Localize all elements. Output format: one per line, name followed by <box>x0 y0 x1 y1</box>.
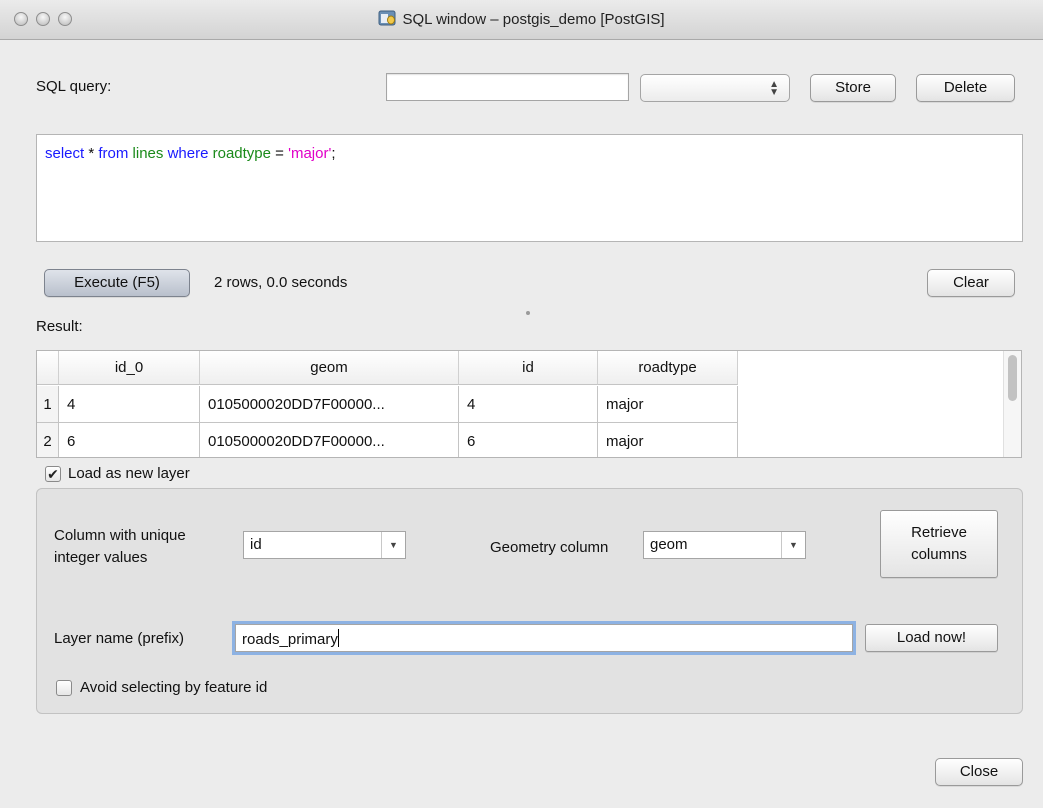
table-cell[interactable]: 0105000020DD7F00000... <box>200 423 459 457</box>
unique-column-select[interactable]: id ▼ <box>243 531 406 559</box>
layer-name-label: Layer name (prefix) <box>54 630 185 647</box>
layer-name-value: roads_primary <box>242 631 338 648</box>
stored-queries-dropdown[interactable]: ▲ ▼ <box>640 74 790 102</box>
close-button[interactable]: Close <box>935 758 1023 786</box>
sql-token-plain: * <box>84 145 99 162</box>
sql-token-kw: where <box>167 145 209 162</box>
table-cell[interactable]: 6 <box>459 423 598 457</box>
execute-button[interactable]: Execute (F5) <box>44 269 190 297</box>
clear-button[interactable]: Clear <box>927 269 1015 297</box>
delete-button[interactable]: Delete <box>916 74 1015 102</box>
sql-token-plain: ; <box>331 145 336 162</box>
window-title: SQL window – postgis_demo [PostGIS] <box>402 11 665 28</box>
store-button[interactable]: Store <box>810 74 896 102</box>
scrollbar-thumb[interactable] <box>1008 355 1017 401</box>
geometry-column-label: Geometry column <box>490 539 609 556</box>
query-name-input[interactable] <box>386 73 629 101</box>
sql-query-label: SQL query: <box>36 78 112 95</box>
up-down-arrows-icon: ▲ ▼ <box>769 79 779 98</box>
avoid-selecting-checkbox[interactable] <box>56 680 72 696</box>
sql-editor[interactable]: select * from lines where roadtype = 'ma… <box>36 134 1023 242</box>
table-cell[interactable]: 6 <box>59 423 200 457</box>
layer-name-input[interactable]: roads_primary <box>235 624 853 652</box>
table-cell[interactable]: major <box>598 423 738 457</box>
checkmark-icon: ✔ <box>47 466 59 482</box>
geometry-column-select[interactable]: geom ▼ <box>643 531 806 559</box>
column-header-roadtype[interactable]: roadtype <box>598 351 738 385</box>
table-cell[interactable]: 4 <box>459 386 598 423</box>
avoid-selecting-label[interactable]: Avoid selecting by feature id <box>80 679 267 696</box>
corner-header[interactable] <box>37 351 59 385</box>
window-title-wrap: SQL window – postgis_demo [PostGIS] <box>0 10 1043 28</box>
load-as-new-layer-label[interactable]: Load as new layer <box>68 465 190 482</box>
result-label: Result: <box>36 318 83 335</box>
table-cell[interactable]: 0105000020DD7F00000... <box>200 386 459 423</box>
table-cell[interactable]: 4 <box>59 386 200 423</box>
column-header-id[interactable]: id <box>459 351 598 385</box>
execution-status: 2 rows, 0.0 seconds <box>214 274 348 291</box>
sql-token-id: lines <box>132 145 164 162</box>
chevron-down-icon: ▼ <box>781 532 805 558</box>
unique-column-value: id <box>250 536 262 553</box>
load-as-new-layer-checkbox[interactable]: ✔ <box>45 466 61 482</box>
column-header-id_0[interactable]: id_0 <box>59 351 200 385</box>
geometry-column-value: geom <box>650 536 688 553</box>
chevron-down-icon: ▼ <box>381 532 405 558</box>
splitter-handle[interactable] <box>526 311 530 315</box>
sql-token-id: roadtype <box>212 145 271 162</box>
result-table: id_0 geom id roadtype 1 4 0105000020DD7F… <box>36 350 1022 458</box>
sql-token-kw: select <box>45 145 85 162</box>
sql-token-plain: = <box>270 145 289 162</box>
column-header-geom[interactable]: geom <box>200 351 459 385</box>
text-caret <box>337 629 339 647</box>
row-number[interactable]: 1 <box>37 386 59 423</box>
title-bar: SQL window – postgis_demo [PostGIS] <box>0 0 1043 40</box>
sql-token-kw: from <box>98 145 129 162</box>
unique-column-label-line2: integer values <box>54 549 148 566</box>
retrieve-columns-button[interactable]: Retrieve columns <box>880 510 998 578</box>
sql-token-str: 'major' <box>288 145 332 162</box>
database-window-icon <box>378 10 396 26</box>
retrieve-label-line1: Retrieve <box>911 524 967 541</box>
row-number[interactable]: 2 <box>37 423 59 457</box>
vertical-scrollbar[interactable] <box>1003 351 1021 457</box>
table-cell[interactable]: major <box>598 386 738 423</box>
unique-column-label-line1: Column with unique <box>54 527 186 544</box>
load-now-button[interactable]: Load now! <box>865 624 998 652</box>
retrieve-label-line2: columns <box>911 546 967 563</box>
